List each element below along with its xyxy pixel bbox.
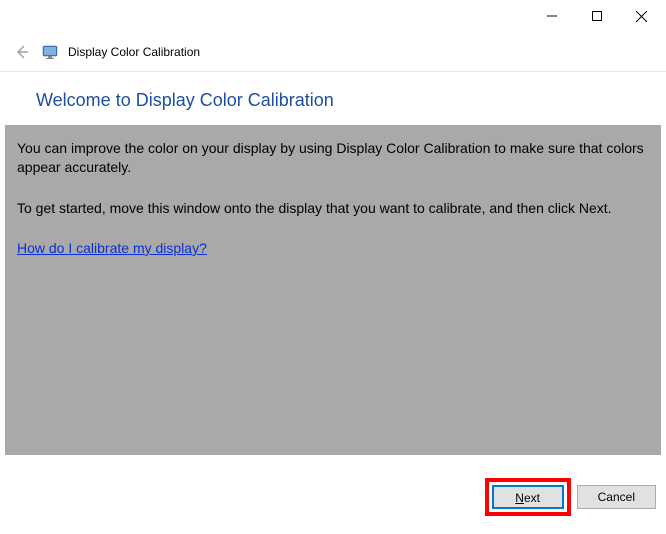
app-title: Display Color Calibration bbox=[68, 45, 200, 59]
cancel-button[interactable]: Cancel bbox=[577, 485, 656, 509]
header-bar: Display Color Calibration bbox=[0, 32, 666, 72]
page-heading: Welcome to Display Color Calibration bbox=[36, 90, 630, 111]
back-button[interactable] bbox=[12, 42, 32, 62]
minimize-button[interactable] bbox=[529, 1, 574, 31]
paragraph-intro: You can improve the color on your displa… bbox=[17, 139, 649, 177]
titlebar bbox=[0, 0, 666, 32]
next-button[interactable]: Next bbox=[492, 485, 564, 509]
content-panel: You can improve the color on your displa… bbox=[5, 125, 661, 455]
maximize-button[interactable] bbox=[574, 1, 619, 31]
help-link[interactable]: How do I calibrate my display? bbox=[17, 240, 207, 256]
app-icon bbox=[42, 44, 58, 60]
footer-buttons: Next Cancel bbox=[485, 478, 656, 516]
paragraph-instruction: To get started, move this window onto th… bbox=[17, 199, 649, 218]
heading-area: Welcome to Display Color Calibration bbox=[0, 72, 666, 125]
next-highlight: Next bbox=[485, 478, 571, 516]
close-button[interactable] bbox=[619, 1, 664, 31]
